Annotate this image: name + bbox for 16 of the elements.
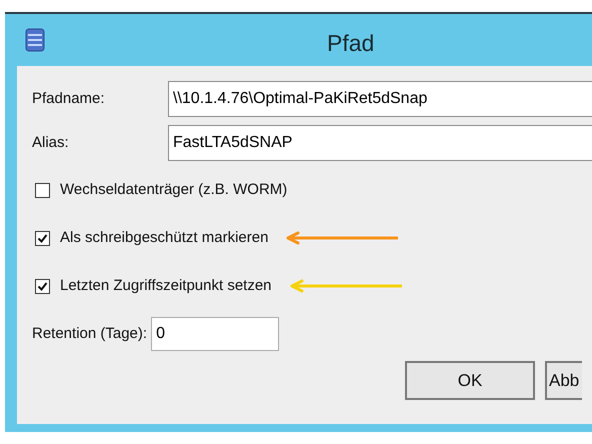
field-label: Alias: xyxy=(31,132,70,153)
field-label: Pfadname: xyxy=(31,88,106,109)
text-input[interactable]: FastLTA5dSNAP xyxy=(168,125,592,161)
field-label: Retention (Tage): xyxy=(32,324,148,344)
checkbox[interactable] xyxy=(35,182,50,198)
text-input[interactable]: \\10.1.4.76\Optimal-PaKiRet5dSnap xyxy=(168,81,592,117)
window-title: Pfad xyxy=(327,29,374,58)
dialog-button[interactable]: Abb xyxy=(545,361,582,400)
checkbox-label: Wechseldatenträger (z.B. WORM) xyxy=(60,180,288,200)
checkbox[interactable] xyxy=(35,278,50,294)
database-icon xyxy=(25,28,45,52)
dialog-button[interactable]: OK xyxy=(405,361,535,400)
checkbox-label: Als schreibgeschützt markieren xyxy=(60,228,268,248)
checkbox-label: Letzten Zugriffszeitpunkt setzen xyxy=(60,276,272,296)
checkbox[interactable] xyxy=(35,230,50,246)
retention-input[interactable]: 0 xyxy=(151,317,280,351)
